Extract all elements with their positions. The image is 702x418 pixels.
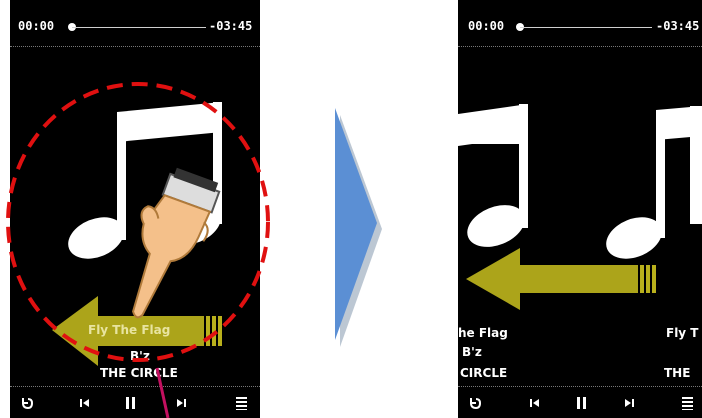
song-artist: B'z [462,345,482,359]
divider [458,386,702,387]
swipe-left-arrow-icon [466,248,656,310]
menu-icon[interactable] [682,396,694,410]
next-track-icon[interactable] [624,398,634,408]
flow-arrow-icon [335,108,382,347]
pause-icon[interactable] [576,396,588,410]
playback-controls [458,388,702,418]
dashed-circle-annotation [6,82,270,418]
next-song-album: THE [664,366,691,380]
next-song-title: Fly T [666,326,699,340]
player-screen-after: 00:00 -03:45 he Flag B'z CIRCLE Fly T TH… [458,0,702,418]
back-icon[interactable] [468,396,482,410]
previous-track-icon[interactable] [530,398,540,408]
song-album: CIRCLE [460,366,508,380]
song-title: he Flag [458,326,508,340]
